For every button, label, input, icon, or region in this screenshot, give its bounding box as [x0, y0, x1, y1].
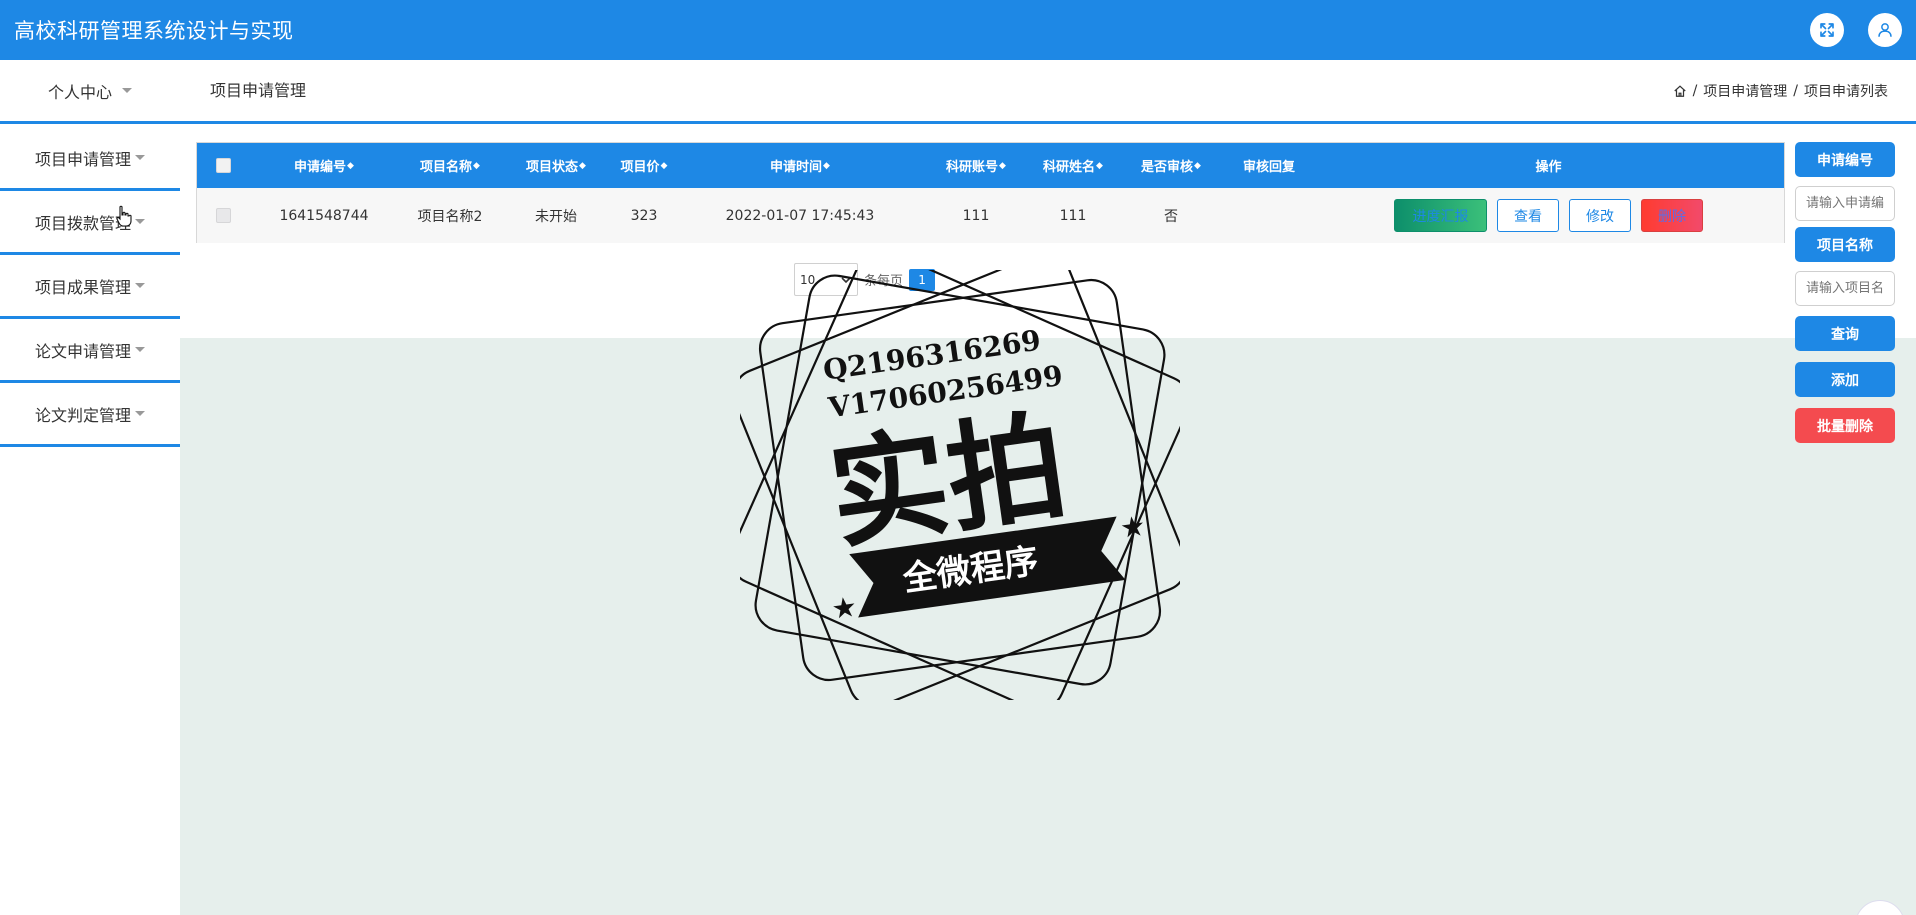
breadcrumb: / 项目申请管理 / 项目申请列表: [1673, 60, 1888, 121]
name-search-input[interactable]: [1795, 271, 1895, 306]
caret-down-icon: [135, 411, 145, 416]
caret-down-icon: [122, 88, 132, 93]
column-header-id[interactable]: 申请编号 ◆: [249, 143, 399, 188]
progress-report-button[interactable]: 进度汇报: [1394, 199, 1487, 232]
sort-icon: ◆: [823, 160, 830, 171]
cell-time: 2022-01-07 17:45:43: [725, 207, 875, 224]
add-button[interactable]: 添加: [1795, 362, 1895, 397]
table-row: 1641548744 项目名称2 未开始 323 2022-01-07 17:4…: [197, 188, 1784, 243]
project-table: 申请编号 ◆ 项目名称 ◆ 项目状态 ◆ 项目价 ◆ 申请时间 ◆ 科研账号 ◆ 科研姓名 ◆…: [196, 142, 1785, 243]
cell-status: 未开始: [535, 208, 577, 225]
cell-id: 1641548744: [279, 207, 369, 224]
personal-center-menu[interactable]: 个人中心: [0, 60, 180, 121]
column-header-status[interactable]: 项目状态 ◆: [501, 143, 611, 188]
sidebar-item-paper-application[interactable]: 论文申请管理: [0, 319, 180, 383]
column-header-account[interactable]: 科研账号 ◆: [923, 143, 1029, 188]
sidebar-item-project-results[interactable]: 项目成果管理: [0, 255, 180, 319]
breadcrumb-item-current: 项目申请列表: [1804, 83, 1888, 100]
sort-icon: ◆: [999, 160, 1006, 171]
star-icon: ★: [1118, 509, 1147, 545]
id-search-input[interactable]: [1795, 186, 1895, 221]
delete-button[interactable]: 删除: [1641, 199, 1703, 232]
fullscreen-button[interactable]: [1810, 13, 1844, 47]
user-icon: [1878, 23, 1892, 37]
batch-delete-button[interactable]: 批量删除: [1795, 408, 1895, 443]
column-header-researcher[interactable]: 科研姓名 ◆: [1029, 143, 1117, 188]
sort-icon: ◆: [1096, 160, 1103, 171]
caret-down-icon: [135, 219, 145, 224]
column-header-time[interactable]: 申请时间 ◆: [677, 143, 923, 188]
sort-icon: ◆: [347, 160, 354, 171]
page-title: 项目申请管理: [210, 81, 307, 100]
sidebar: 项目申请管理 项目拨款管理 项目成果管理 论文申请管理 论文判定管理: [0, 127, 180, 447]
query-button[interactable]: 查询: [1795, 316, 1895, 351]
fullscreen-icon: [1820, 23, 1834, 37]
edit-button[interactable]: 修改: [1569, 199, 1631, 232]
star-icon: ★: [829, 590, 858, 626]
cell-account: 111: [962, 207, 990, 224]
app-title: 高校科研管理系统设计与实现: [14, 19, 294, 43]
sidebar-item-project-application[interactable]: 项目申请管理: [0, 127, 180, 191]
table-header: 申请编号 ◆ 项目名称 ◆ 项目状态 ◆ 项目价 ◆ 申请时间 ◆ 科研账号 ◆ 科研姓名 ◆…: [197, 143, 1784, 188]
sidebar-item-project-funding[interactable]: 项目拨款管理: [0, 191, 180, 255]
sub-header: 个人中心 项目申请管理 / 项目申请管理 / 项目申请列表: [0, 60, 1916, 124]
cell-name: 项目名称2: [417, 208, 483, 225]
cell-researcher: 111: [1059, 207, 1087, 224]
cell-price: 323: [630, 207, 658, 224]
id-search-label: 申请编号: [1795, 142, 1895, 177]
search-panel: 申请编号 项目名称 查询 添加 批量删除: [1795, 142, 1895, 443]
row-actions: 进度汇报 查看 修改 删除: [1313, 188, 1784, 243]
row-checkbox[interactable]: [215, 208, 231, 223]
top-icons: [1810, 13, 1902, 47]
user-button[interactable]: [1868, 13, 1902, 47]
sort-icon: ◆: [660, 160, 668, 171]
sort-icon: ◆: [579, 160, 586, 171]
caret-down-icon: [135, 283, 145, 288]
caret-down-icon: [135, 155, 145, 160]
column-header-name[interactable]: 项目名称 ◆: [399, 143, 501, 188]
personal-center-label: 个人中心: [47, 82, 112, 102]
select-all-checkbox[interactable]: [215, 158, 231, 173]
breadcrumb-item-section[interactable]: 项目申请管理: [1703, 81, 1787, 101]
column-header-actions: 操作: [1535, 160, 1562, 175]
watermark-stamp: Q2196316269 V17060256499 实拍 全微程序 ★ ★: [740, 270, 1180, 700]
name-search-label: 项目名称: [1795, 227, 1895, 262]
sidebar-item-label: 论文判定管理: [34, 405, 131, 425]
view-button[interactable]: 查看: [1497, 199, 1559, 232]
column-header-audited[interactable]: 是否审核 ◆: [1117, 143, 1225, 188]
sort-icon: ◆: [473, 160, 480, 171]
sidebar-item-paper-judgment[interactable]: 论文判定管理: [0, 383, 180, 447]
column-header-reply: 审核回复: [1242, 160, 1295, 175]
cell-reply: [1225, 188, 1313, 243]
cell-audited: 否: [1164, 208, 1178, 225]
caret-down-icon: [135, 347, 145, 352]
sort-icon: ◆: [1194, 160, 1201, 171]
hand-cursor-icon: [116, 205, 132, 227]
home-icon[interactable]: [1673, 84, 1687, 98]
sidebar-item-label: 论文申请管理: [34, 341, 131, 361]
sidebar-item-label: 项目成果管理: [34, 277, 131, 297]
sidebar-item-label: 项目申请管理: [34, 149, 131, 169]
column-header-price[interactable]: 项目价 ◆: [611, 143, 677, 188]
top-bar: 高校科研管理系统设计与实现: [0, 0, 1916, 60]
